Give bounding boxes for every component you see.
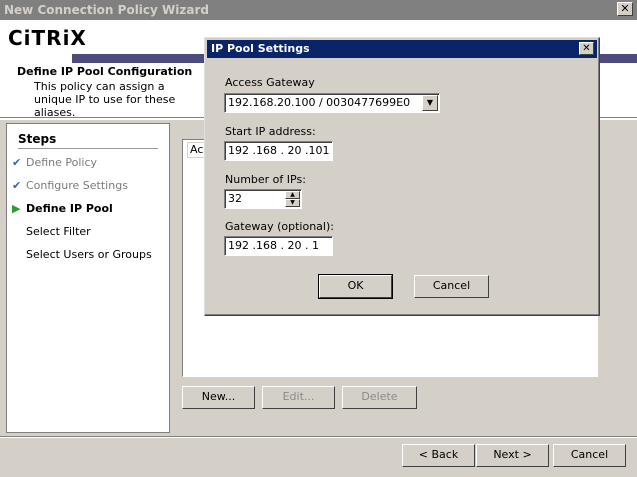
- steps-title: Steps: [18, 132, 57, 146]
- step-label: Select Users or Groups: [26, 248, 152, 261]
- next-button[interactable]: Next >: [476, 444, 549, 467]
- close-icon[interactable]: ✕: [579, 42, 594, 55]
- back-button[interactable]: < Back: [402, 444, 475, 467]
- number-of-ips-label: Number of IPs:: [225, 173, 306, 186]
- edit-button[interactable]: Edit...: [262, 386, 335, 409]
- gateway-label: Gateway (optional):: [225, 220, 334, 233]
- check-icon: ✔: [12, 179, 22, 192]
- ok-button[interactable]: OK: [318, 274, 393, 299]
- start-ip-label: Start IP address:: [225, 125, 316, 138]
- number-of-ips-value: 32: [228, 192, 242, 205]
- gateway-field[interactable]: 192 .168 . 20 . 1: [224, 236, 333, 256]
- access-gateway-select[interactable]: 192.168.20.100 / 0030477699E0 ▼: [224, 93, 440, 113]
- start-ip-field[interactable]: 192 .168 . 20 .101: [224, 141, 333, 161]
- new-button[interactable]: New...: [182, 386, 255, 409]
- cancel-button[interactable]: Cancel: [553, 444, 626, 467]
- access-gateway-value: 192.168.20.100 / 0030477699E0: [228, 96, 411, 109]
- number-of-ips-stepper[interactable]: 32 ▲ ▼: [224, 189, 302, 209]
- delete-button[interactable]: Delete: [342, 386, 417, 409]
- wizard-titlebar: New Connection Policy Wizard ✕: [0, 0, 637, 20]
- citrix-logo: CiTRiX: [8, 26, 87, 50]
- dialog-cancel-button[interactable]: Cancel: [414, 275, 489, 298]
- step-label: Define Policy: [26, 156, 98, 169]
- step-define-ip-pool: ▶ Define IP Pool: [12, 202, 113, 215]
- step-select-filter: Select Filter: [12, 225, 91, 238]
- step-label: Select Filter: [26, 225, 91, 238]
- dialog-titlebar[interactable]: IP Pool Settings ✕: [207, 40, 597, 58]
- steps-panel: Steps ✔ Define Policy ✔ Configure Settings…: [6, 123, 170, 433]
- step-label: Define IP Pool: [26, 202, 113, 215]
- page-heading: Define IP Pool Configuration: [17, 65, 193, 78]
- step-configure-settings: ✔ Configure Settings: [12, 179, 128, 192]
- close-icon[interactable]: ✕: [617, 2, 633, 16]
- page-description: This policy can assign a unique IP to us…: [34, 80, 176, 119]
- chevron-down-icon[interactable]: ▼: [422, 95, 438, 111]
- step-label: Configure Settings: [26, 179, 128, 192]
- check-icon: ✔: [12, 156, 22, 169]
- step-define-policy: ✔ Define Policy: [12, 156, 97, 169]
- spin-up-icon[interactable]: ▲: [285, 191, 300, 199]
- wizard-title: New Connection Policy Wizard: [4, 3, 209, 17]
- spin-down-icon[interactable]: ▼: [285, 199, 300, 207]
- access-gateway-label: Access Gateway: [225, 76, 315, 89]
- bottom-divider: [0, 436, 637, 438]
- dialog-title: IP Pool Settings: [211, 42, 310, 55]
- ip-pool-settings-dialog: IP Pool Settings ✕ Access Gateway 192.16…: [204, 37, 600, 316]
- steps-divider: [18, 148, 158, 149]
- step-select-users: Select Users or Groups: [12, 248, 152, 261]
- arrow-right-icon: ▶: [12, 202, 21, 215]
